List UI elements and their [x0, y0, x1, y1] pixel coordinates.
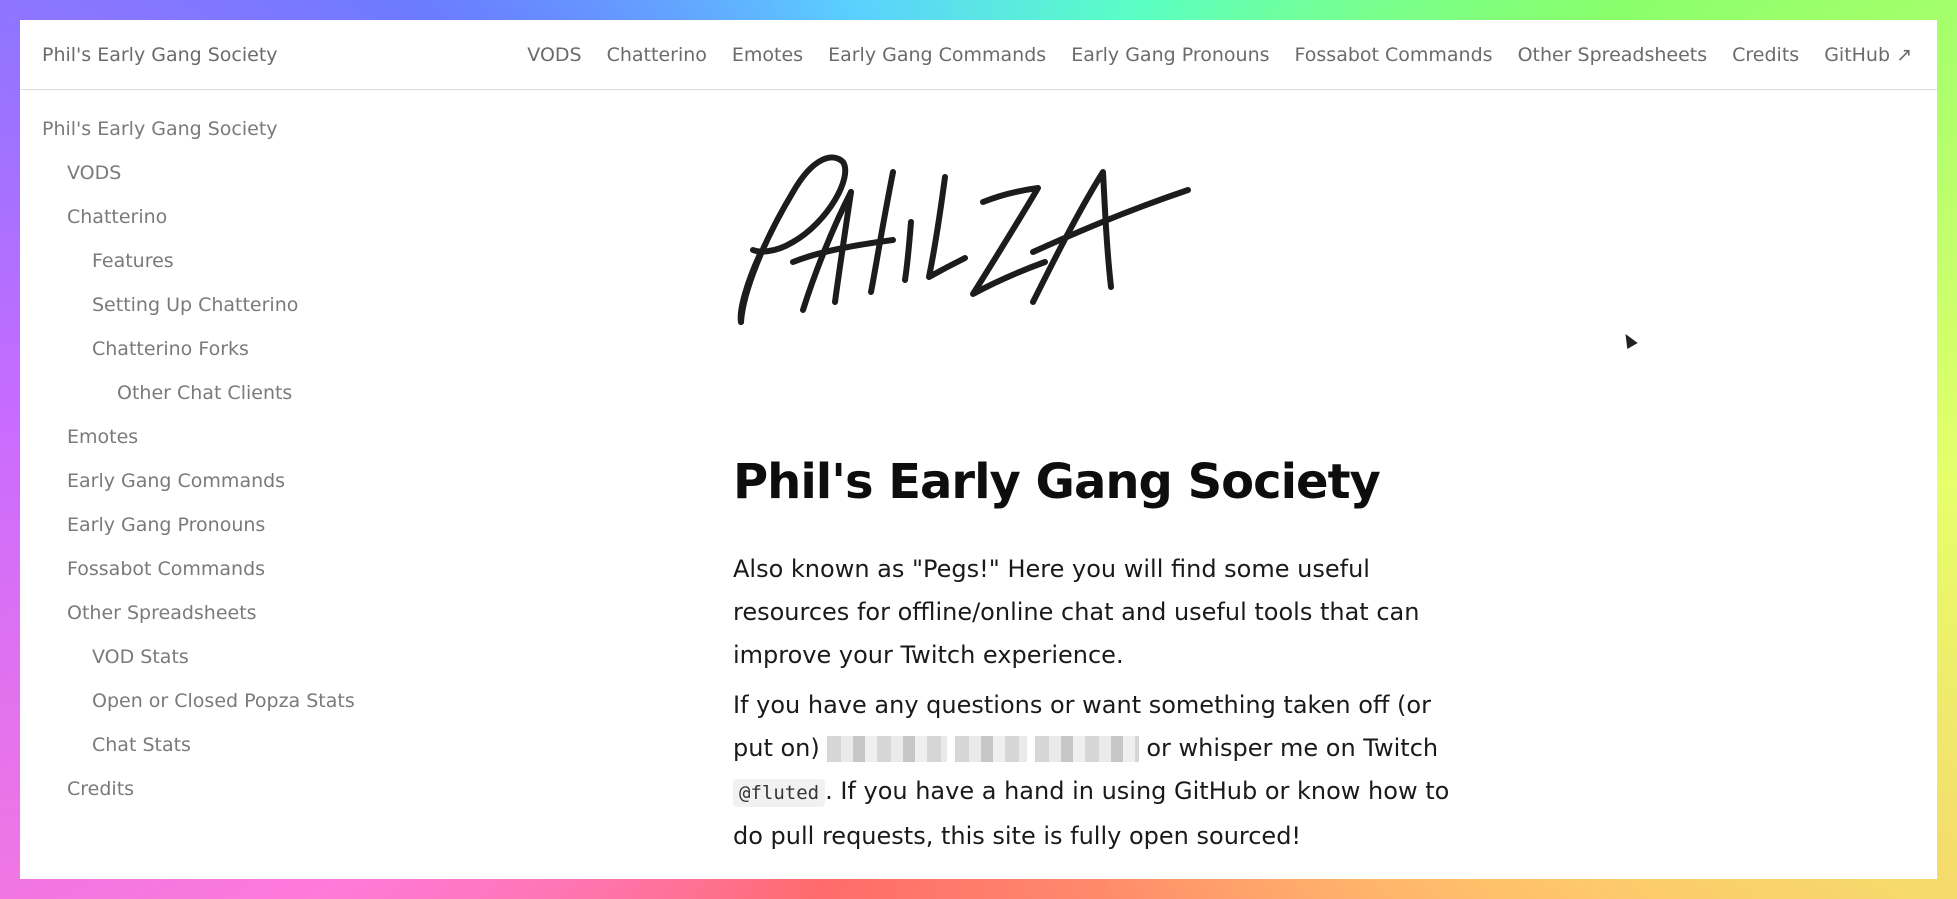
sidebar-item-setting-up-chatterino[interactable]: Setting Up Chatterino: [92, 294, 298, 316]
sidebar-item-credits[interactable]: Credits: [67, 778, 134, 800]
sidebar-item-emotes[interactable]: Emotes: [67, 426, 138, 448]
twitch-handle-code: @fluted: [733, 779, 826, 807]
nav-link-vods[interactable]: VODS: [527, 44, 581, 66]
top-navbar: Phil's Early Gang Society VODS Chatterin…: [20, 20, 1937, 90]
sidebar-item-fossabot-commands[interactable]: Fossabot Commands: [67, 558, 265, 580]
contact-paragraph: If you have any questions or want someth…: [733, 684, 1453, 858]
nav-link-emotes[interactable]: Emotes: [732, 44, 803, 66]
nav-link-github[interactable]: GitHub ↗: [1824, 44, 1912, 66]
sidebar-item-open-or-closed-popza-stats[interactable]: Open or Closed Popza Stats: [92, 690, 355, 712]
sidebar-item-vods[interactable]: VODS: [67, 162, 121, 184]
contact-suffix-text: . If you have a hand in using GitHub or …: [733, 777, 1450, 850]
redacted-link-3: [1034, 736, 1139, 762]
mouse-cursor-icon: [1620, 330, 1638, 350]
nav-link-chatterino[interactable]: Chatterino: [607, 44, 707, 66]
nav-link-early-gang-commands[interactable]: Early Gang Commands: [828, 44, 1046, 66]
sidebar-item-early-gang-commands[interactable]: Early Gang Commands: [67, 470, 285, 492]
nav-link-credits[interactable]: Credits: [1732, 44, 1799, 66]
nav-link-other-spreadsheets[interactable]: Other Spreadsheets: [1518, 44, 1708, 66]
sidebar-item-features[interactable]: Features: [92, 250, 174, 272]
contact-middle-text: or whisper me on Twitch: [1146, 734, 1439, 762]
redacted-link-2: [955, 736, 1028, 762]
nav-link-early-gang-pronouns[interactable]: Early Gang Pronouns: [1071, 44, 1269, 66]
sidebar-item-early-gang-pronouns[interactable]: Early Gang Pronouns: [67, 514, 265, 536]
site-title-link[interactable]: Phil's Early Gang Society: [42, 44, 278, 66]
sidebar-item-chatterino[interactable]: Chatterino: [67, 206, 167, 228]
nav-link-fossabot-commands[interactable]: Fossabot Commands: [1295, 44, 1493, 66]
sidebar-item-other-spreadsheets[interactable]: Other Spreadsheets: [67, 602, 257, 624]
sidebar-item-chat-stats[interactable]: Chat Stats: [92, 734, 191, 756]
intro-paragraph: Also known as "Pegs!" Here you will find…: [733, 555, 1420, 669]
sidebar-item-vod-stats[interactable]: VOD Stats: [92, 646, 189, 668]
philza-signature-logo: [737, 154, 1191, 325]
sidebar-item-other-chat-clients[interactable]: Other Chat Clients: [117, 382, 292, 404]
page-title: Phil's Early Gang Society: [733, 454, 1381, 510]
sidebar-item-home[interactable]: Phil's Early Gang Society: [42, 118, 278, 140]
top-nav-links: VODS Chatterino Emotes Early Gang Comman…: [527, 44, 1912, 66]
browser-frame: Phil's Early Gang Society VODS Chatterin…: [20, 20, 1937, 879]
sidebar-item-chatterino-forks[interactable]: Chatterino Forks: [92, 338, 249, 360]
redacted-link-1: [827, 736, 948, 762]
